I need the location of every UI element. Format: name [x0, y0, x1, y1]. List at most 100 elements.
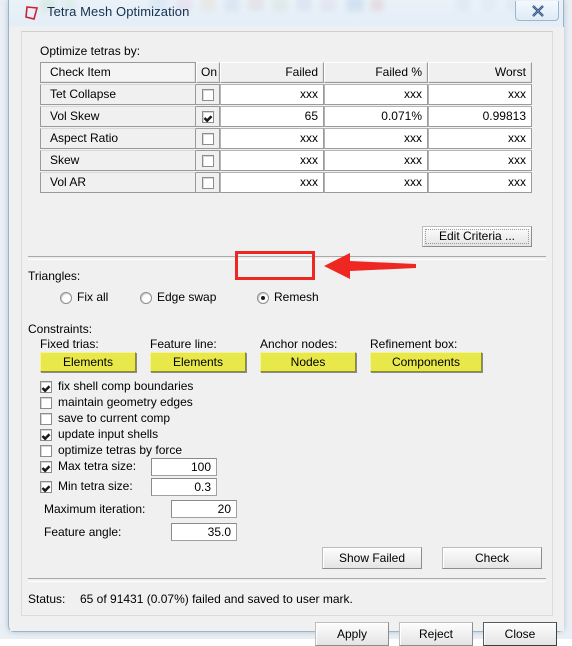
row-enable-checkbox[interactable] — [202, 89, 214, 101]
row-enable-checkbox[interactable] — [202, 133, 214, 145]
footer-button-apply[interactable]: Apply — [315, 622, 389, 646]
table-header-row: Check Item On Failed Failed % Worst — [40, 62, 532, 83]
cell-worst[interactable]: xxx — [428, 150, 532, 171]
on-cell — [196, 172, 220, 193]
radio-indicator — [60, 292, 72, 304]
checkbox-label: maintain geometry edges — [58, 395, 193, 409]
checkbox-label: Max tetra size: — [58, 459, 136, 473]
cell-worst[interactable]: xxx — [428, 84, 532, 105]
checkbox-indicator — [40, 445, 52, 457]
cell-failed[interactable]: 65 — [220, 106, 324, 127]
on-cell — [196, 128, 220, 149]
dialog-client-area: Optimize tetras by: Check Item On Failed… — [10, 27, 564, 631]
focus-rect — [425, 229, 529, 244]
table-row: Aspect Ratioxxxxxxxxx — [40, 128, 532, 149]
dialog-inner-panel: Optimize tetras by: Check Item On Failed… — [21, 31, 553, 616]
input-maximum-iteration[interactable]: 20 — [171, 500, 237, 518]
column-header-worst[interactable]: Worst — [428, 62, 532, 83]
constraints-section-label: Constraints: — [28, 322, 92, 336]
optimize-section-label: Optimize tetras by: — [40, 44, 140, 58]
cell-failed-pct[interactable]: xxx — [324, 150, 428, 171]
cell-worst[interactable]: xxx — [428, 172, 532, 193]
constraint-label-2: Anchor nodes: — [260, 337, 337, 351]
check-label: Check — [475, 551, 509, 565]
on-cell — [196, 106, 220, 127]
on-cell — [196, 84, 220, 105]
row-header-vol-skew[interactable]: Vol Skew — [40, 106, 196, 127]
constraint-label-3: Refinement box: — [370, 337, 457, 351]
constraint-button-elements[interactable]: Elements — [40, 352, 136, 372]
row-header-vol-ar[interactable]: Vol AR — [40, 172, 196, 193]
constraint-label-1: Feature line: — [150, 337, 217, 351]
checkbox-indicator — [40, 429, 52, 441]
cell-failed-pct[interactable]: xxx — [324, 172, 428, 193]
column-header-failed-pct[interactable]: Failed % — [324, 62, 428, 83]
checkbox-label: update input shells — [58, 427, 158, 441]
cell-failed[interactable]: xxx — [220, 128, 324, 149]
checkbox-label: optimize tetras by force — [58, 443, 182, 457]
section-separator-bottom — [28, 578, 546, 582]
show-failed-button[interactable]: Show Failed — [322, 547, 422, 569]
field-label-feature-angle: Feature angle: — [44, 525, 121, 539]
close-icon[interactable] — [515, 1, 559, 21]
on-cell — [196, 150, 220, 171]
tetra-icon — [24, 5, 40, 21]
field-label-maximum-iteration: Maximum iteration: — [44, 502, 145, 516]
title-bar[interactable]: Tetra Mesh Optimization — [9, 0, 563, 27]
table-body: Tet CollapsexxxxxxxxxVol Skew650.071%0.9… — [40, 84, 532, 193]
row-enable-checkbox[interactable] — [202, 177, 214, 189]
table-row: Tet Collapsexxxxxxxxx — [40, 84, 532, 105]
edit-criteria-button[interactable]: Edit Criteria ... — [422, 226, 532, 247]
row-enable-checkbox[interactable] — [202, 111, 214, 123]
cell-failed-pct[interactable]: xxx — [324, 84, 428, 105]
checkbox-label: save to current comp — [58, 411, 170, 425]
radio-indicator — [257, 292, 269, 304]
constraint-label-0: Fixed trias: — [40, 337, 99, 351]
input-max-tetra-size[interactable]: 100 — [151, 458, 217, 476]
check-items-table: Check Item On Failed Failed % Worst Tet … — [40, 62, 532, 193]
radio-label: Remesh — [274, 290, 319, 304]
table-row: Skewxxxxxxxxx — [40, 150, 532, 171]
status-label: Status: — [28, 592, 65, 606]
check-button[interactable]: Check — [442, 547, 542, 569]
input-min-tetra-size[interactable]: 0.3 — [151, 478, 217, 496]
constraint-button-elements[interactable]: Elements — [150, 352, 246, 372]
dialog-window: Tetra Mesh Optimization Optimize tetras … — [8, 0, 564, 632]
footer-button-close[interactable]: Close — [483, 622, 557, 646]
table-row: Vol Skew 650.071%0.99813 — [40, 106, 532, 127]
row-header-skew[interactable]: Skew — [40, 150, 196, 171]
checkbox-indicator — [40, 397, 52, 409]
footer-button-reject[interactable]: Reject — [399, 622, 473, 646]
cell-worst[interactable]: xxx — [428, 128, 532, 149]
table-row: Vol ARxxxxxxxxx — [40, 172, 532, 193]
cell-failed[interactable]: xxx — [220, 150, 324, 171]
cell-failed[interactable]: xxx — [220, 84, 324, 105]
column-header-on[interactable]: On — [196, 62, 220, 83]
checkbox-indicator — [40, 381, 52, 393]
show-failed-label: Show Failed — [339, 551, 405, 565]
cell-failed[interactable]: xxx — [220, 172, 324, 193]
row-enable-checkbox[interactable] — [202, 155, 214, 167]
radio-label: Fix all — [77, 290, 108, 304]
checkbox-indicator — [40, 461, 52, 473]
constraint-button-nodes[interactable]: Nodes — [260, 352, 356, 372]
checkbox-label: Min tetra size: — [58, 479, 133, 493]
checkbox-indicator — [40, 413, 52, 425]
column-header-failed[interactable]: Failed — [220, 62, 324, 83]
cell-failed-pct[interactable]: 0.071% — [324, 106, 428, 127]
cell-worst[interactable]: 0.99813 — [428, 106, 532, 127]
section-separator-top — [28, 256, 546, 260]
checkbox-label: fix shell comp boundaries — [58, 379, 193, 393]
radio-indicator — [140, 292, 152, 304]
cell-failed-pct[interactable]: xxx — [324, 128, 428, 149]
checkbox-indicator — [40, 481, 52, 493]
window-title: Tetra Mesh Optimization — [47, 4, 189, 19]
radio-label: Edge swap — [157, 290, 216, 304]
row-header-tet-collapse[interactable]: Tet Collapse — [40, 84, 196, 105]
column-header-check-item[interactable]: Check Item — [40, 62, 196, 83]
constraint-button-components[interactable]: Components — [370, 352, 482, 372]
row-header-aspect-ratio[interactable]: Aspect Ratio — [40, 128, 196, 149]
status-text: 65 of 91431 (0.07%) failed and saved to … — [80, 592, 353, 606]
triangles-section-label: Triangles: — [28, 269, 80, 283]
input-feature-angle[interactable]: 35.0 — [171, 523, 237, 541]
